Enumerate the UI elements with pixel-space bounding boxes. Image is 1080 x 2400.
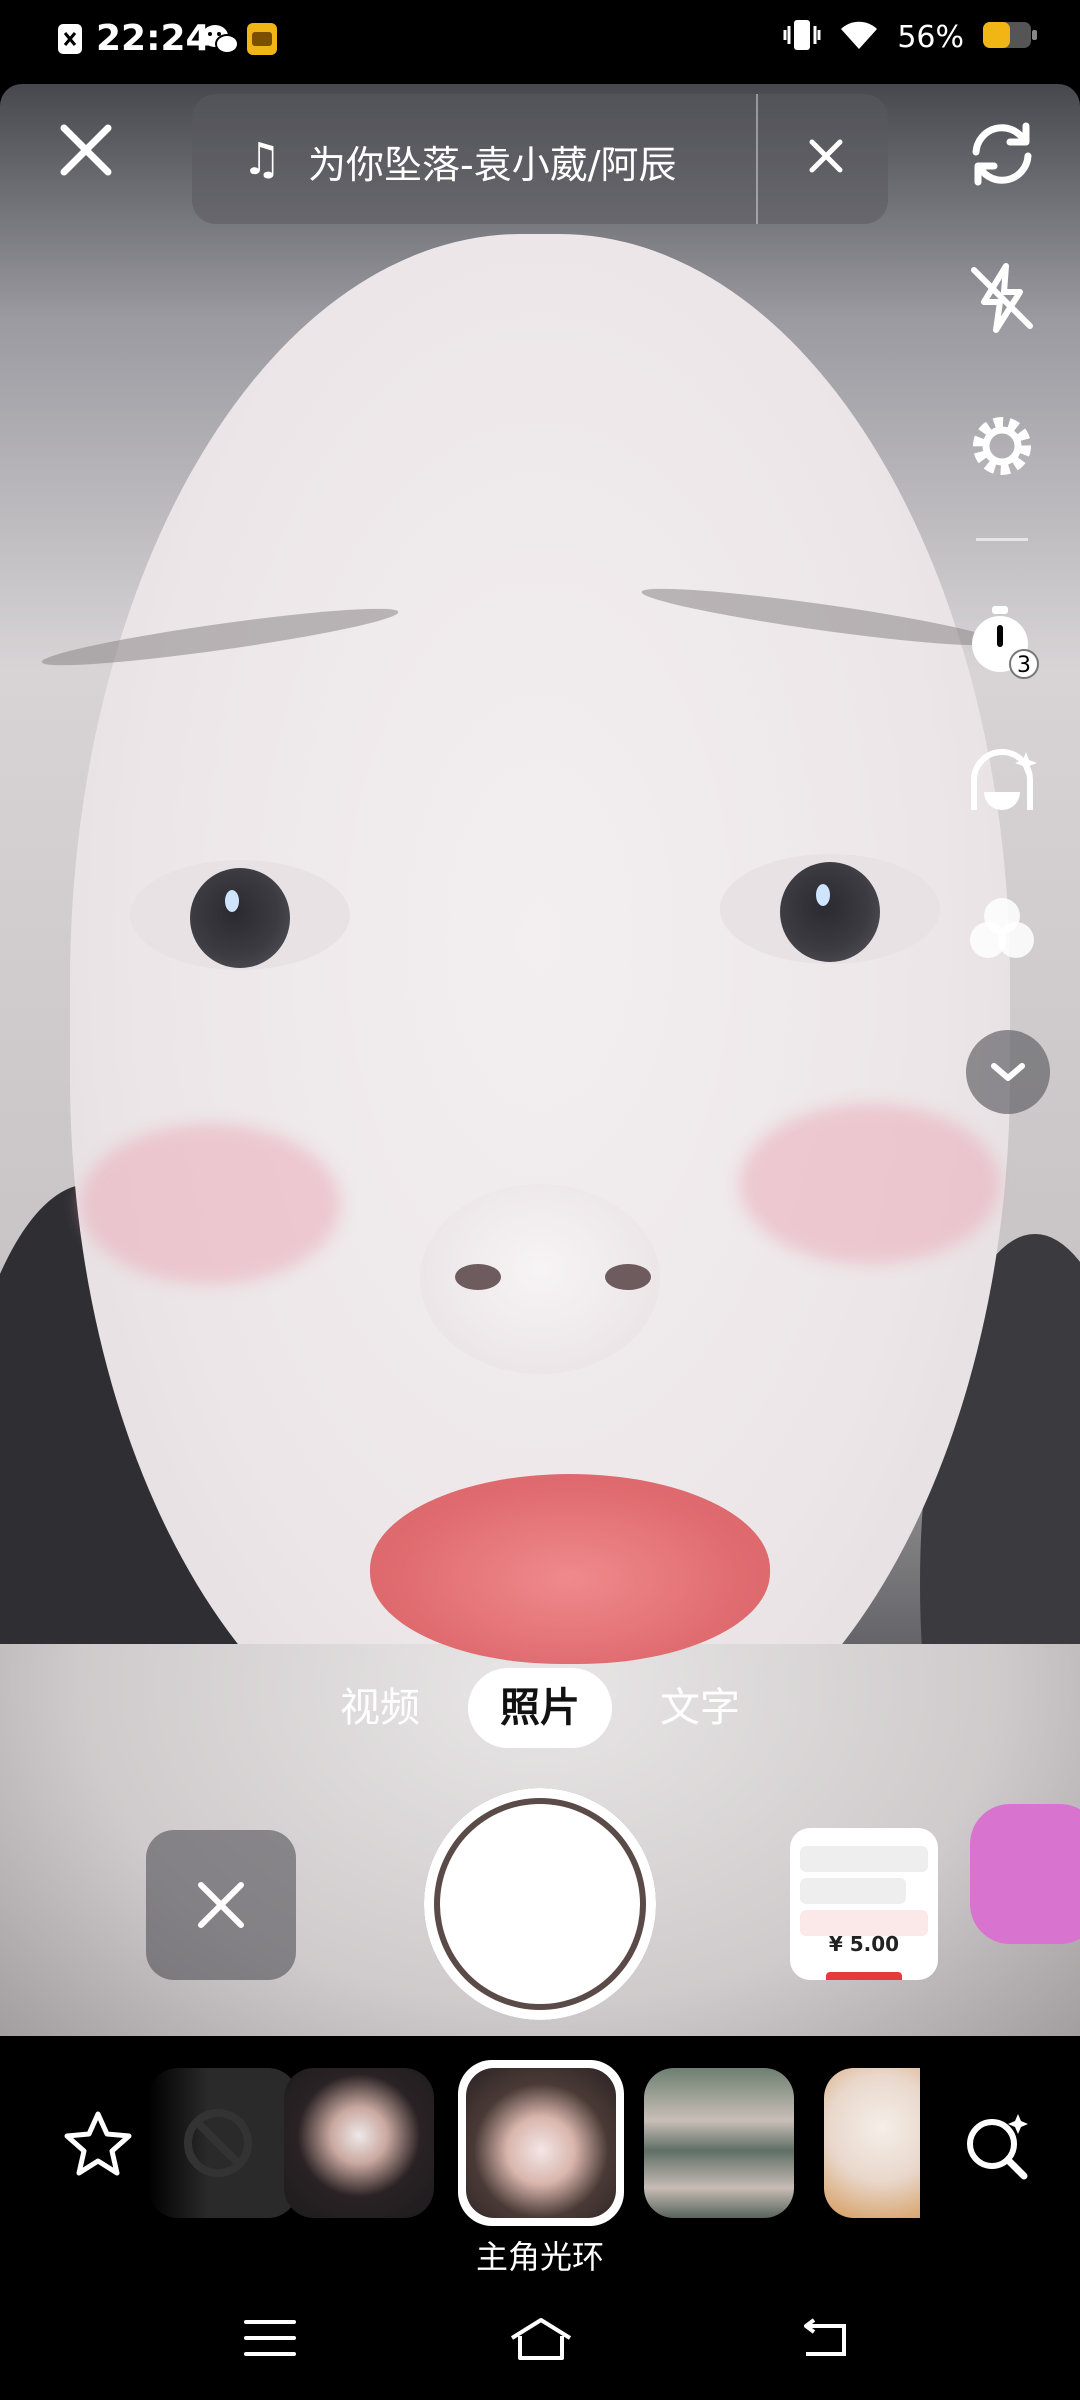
favorite-star-icon[interactable] xyxy=(56,2104,140,2188)
wifi-icon xyxy=(839,19,879,55)
effect-thumbnail[interactable] xyxy=(284,2068,434,2218)
discard-button[interactable] xyxy=(146,1830,296,1980)
switch-camera-icon[interactable] xyxy=(960,112,1044,196)
close-icon[interactable] xyxy=(56,120,116,180)
thumbnail-amount: ¥ 5.00 xyxy=(828,1932,900,1956)
shutter-button[interactable] xyxy=(424,1788,656,2020)
effect-search-icon[interactable] xyxy=(956,2104,1040,2188)
status-bar: 22:24 56% xyxy=(0,0,1080,84)
tab-text[interactable]: 文字 xyxy=(640,1668,760,1748)
effect-thumbnail-selected[interactable] xyxy=(458,2060,624,2226)
eye-right xyxy=(720,854,940,964)
settings-icon[interactable] xyxy=(960,404,1044,488)
effects-bar: 主角光环 xyxy=(0,2036,1080,2276)
gallery-thumbnail[interactable]: ¥ 5.00 xyxy=(790,1828,938,1980)
tools-divider xyxy=(976,538,1028,541)
vibrate-icon xyxy=(783,18,821,56)
back-icon[interactable] xyxy=(796,2312,856,2364)
eye-left xyxy=(130,860,350,970)
battery-icon xyxy=(982,20,1038,54)
blush-left xyxy=(80,1124,340,1284)
flash-off-icon[interactable] xyxy=(960,256,1044,340)
effect-none[interactable] xyxy=(148,2068,298,2218)
home-icon[interactable] xyxy=(506,2312,576,2364)
mode-tabs: 视频 照片 文字 xyxy=(0,1668,1080,1748)
nostril-left xyxy=(455,1264,501,1290)
status-left-icons xyxy=(56,22,86,62)
music-divider xyxy=(756,94,758,224)
effect-thumbnail[interactable] xyxy=(824,2068,920,2218)
tab-photo[interactable]: 照片 xyxy=(468,1668,612,1748)
effect-thumbnail[interactable] xyxy=(644,2068,794,2218)
lips xyxy=(370,1474,770,1664)
chevron-down-icon[interactable] xyxy=(966,1030,1050,1114)
menu-icon[interactable] xyxy=(240,2312,300,2364)
close-icon xyxy=(198,1882,244,1928)
status-right: 56% xyxy=(783,18,1038,56)
selected-effect-label: 主角光环 xyxy=(475,2238,604,2276)
blush-right xyxy=(740,1104,1000,1264)
battery-percent: 56% xyxy=(897,19,964,55)
pink-object xyxy=(970,1804,1080,1944)
beauty-icon[interactable] xyxy=(960,740,1044,824)
music-note-icon: ♫ xyxy=(242,134,282,185)
timer-icon[interactable]: 3 xyxy=(960,598,1044,682)
status-time: 22:24 xyxy=(96,18,211,59)
tab-video[interactable]: 视频 xyxy=(320,1668,440,1748)
music-close-icon[interactable] xyxy=(806,136,846,176)
music-selector[interactable]: ♫ 为你坠落-袁小葳/阿辰 xyxy=(192,94,888,224)
wechat-icon xyxy=(200,22,240,62)
music-title: 为你坠落-袁小葳/阿辰 xyxy=(308,143,677,187)
app-notification-icon xyxy=(246,22,278,60)
filter-icon[interactable] xyxy=(960,886,1044,970)
nostril-right xyxy=(605,1264,651,1290)
navigation-bar xyxy=(0,2276,1080,2400)
timer-badge: 3 xyxy=(1017,653,1031,678)
